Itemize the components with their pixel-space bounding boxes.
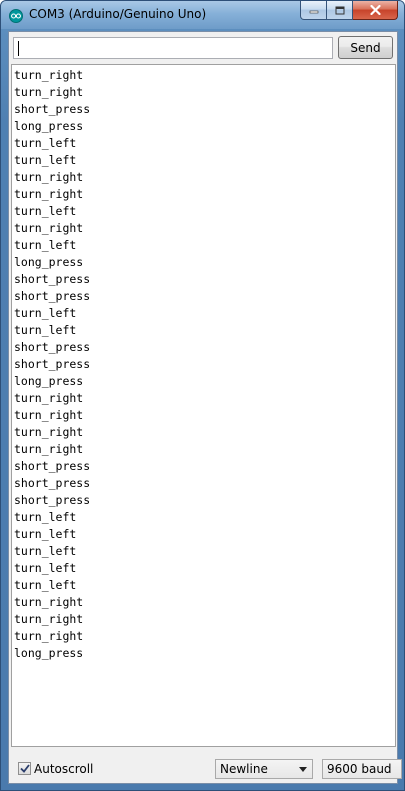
- output-line: turn_right: [14, 221, 84, 235]
- arduino-logo-icon: [9, 9, 23, 23]
- output-line: short_press: [14, 102, 91, 116]
- autoscroll-label: Autoscroll: [34, 762, 94, 776]
- output-line: turn_right: [14, 425, 84, 439]
- baud-rate-value: 9600 baud: [327, 762, 392, 776]
- maximize-icon: [335, 6, 344, 14]
- output-line: turn_right: [14, 68, 84, 82]
- send-bar: Send: [9, 32, 397, 62]
- close-icon: [369, 5, 381, 15]
- window-title: COM3 (Arduino/Genuino Uno): [29, 7, 207, 21]
- checkmark-icon: [19, 764, 30, 773]
- output-line: turn_left: [14, 527, 77, 541]
- output-line: turn_right: [14, 595, 84, 609]
- output-line: turn_left: [14, 510, 77, 524]
- output-line: long_press: [14, 255, 84, 269]
- output-line: turn_left: [14, 204, 77, 218]
- output-line: short_press: [14, 357, 91, 371]
- close-button[interactable]: [353, 1, 398, 20]
- output-line: turn_right: [14, 612, 84, 626]
- baud-rate-select[interactable]: 9600 baud: [322, 759, 402, 779]
- output-line: long_press: [14, 119, 84, 133]
- output-line: short_press: [14, 289, 91, 303]
- output-line: turn_left: [14, 323, 77, 337]
- output-line: turn_right: [14, 629, 84, 643]
- autoscroll-checkbox[interactable]: [18, 762, 31, 775]
- output-line: long_press: [14, 374, 84, 388]
- text-caret: [18, 41, 19, 56]
- footer-bar: Autoscroll Newline 9600 baud: [9, 752, 402, 783]
- output-line: turn_left: [14, 306, 77, 320]
- output-line: short_press: [14, 476, 91, 490]
- output-line: turn_right: [14, 442, 84, 456]
- output-line: turn_left: [14, 136, 77, 150]
- output-line: long_press: [14, 646, 84, 660]
- output-line: turn_left: [14, 544, 77, 558]
- line-ending-value: Newline: [220, 762, 268, 776]
- send-button[interactable]: Send: [338, 36, 393, 59]
- output-line: turn_right: [14, 85, 84, 99]
- line-ending-select[interactable]: Newline: [215, 759, 313, 779]
- serial-input[interactable]: [13, 37, 333, 59]
- output-line: turn_left: [14, 153, 77, 167]
- chevron-down-icon: [299, 767, 307, 772]
- output-line: short_press: [14, 493, 91, 507]
- title-bar[interactable]: COM3 (Arduino/Genuino Uno): [1, 1, 404, 29]
- output-line: turn_right: [14, 187, 84, 201]
- output-line: turn_left: [14, 238, 77, 252]
- output-line: turn_left: [14, 561, 77, 575]
- output-line: turn_right: [14, 170, 84, 184]
- minimize-icon: [309, 10, 318, 14]
- output-line: turn_right: [14, 408, 84, 422]
- maximize-button[interactable]: [327, 1, 353, 20]
- serial-output-area[interactable]: turn_right turn_right short_press long_pres…: [11, 64, 396, 747]
- output-line: turn_left: [14, 578, 77, 592]
- caption-buttons: [300, 1, 398, 20]
- output-line: short_press: [14, 272, 91, 286]
- output-line: short_press: [14, 340, 91, 354]
- output-line: short_press: [14, 459, 91, 473]
- minimize-button[interactable]: [300, 1, 327, 20]
- serial-monitor-window: COM3 (Arduino/Genuino Uno) Send turn_rig…: [0, 0, 405, 791]
- serial-monitor-client: Send turn_right turn_right short_press long…: [8, 31, 402, 784]
- output-line: turn_right: [14, 391, 84, 405]
